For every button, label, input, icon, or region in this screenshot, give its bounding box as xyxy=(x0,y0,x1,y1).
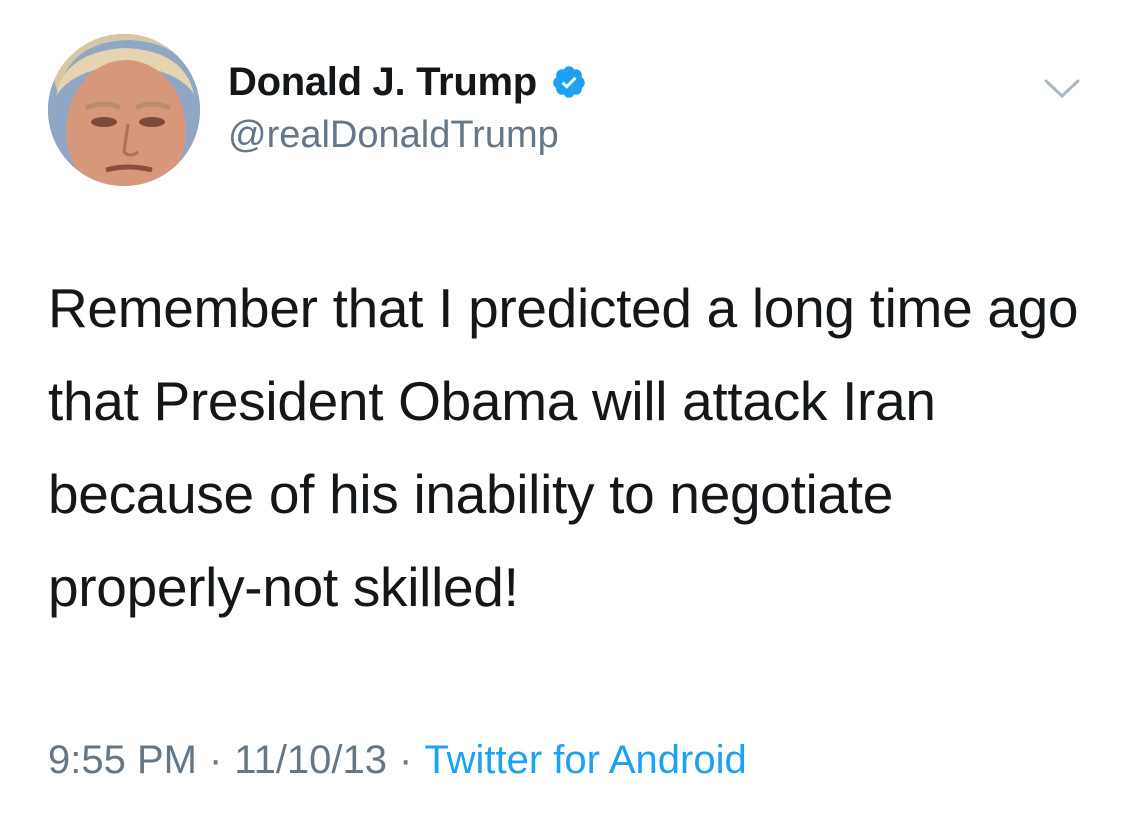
tweet-meta: 9:55 PM · 11/10/13 · Twitter for Android xyxy=(48,738,747,783)
tweet-text: Remember that I predicted a long time ag… xyxy=(48,277,1079,618)
name-row: Donald J. Trump xyxy=(228,58,587,106)
author-block[interactable]: Donald J. Trump @realDonaldTrump xyxy=(228,58,587,157)
verified-badge-icon xyxy=(551,64,587,100)
display-name[interactable]: Donald J. Trump xyxy=(228,60,537,105)
avatar[interactable] xyxy=(48,34,200,186)
meta-separator: · xyxy=(208,738,223,782)
tweet-date[interactable]: 11/10/13 xyxy=(234,738,387,782)
handle[interactable]: @realDonaldTrump xyxy=(228,114,587,157)
chevron-down-icon[interactable] xyxy=(1042,76,1082,102)
tweet-source-link[interactable]: Twitter for Android xyxy=(424,738,746,782)
tweet-time[interactable]: 9:55 PM xyxy=(48,738,197,782)
tweet-card: Donald J. Trump @realDonaldTrump Remembe… xyxy=(0,0,1125,824)
meta-separator: · xyxy=(399,738,413,782)
